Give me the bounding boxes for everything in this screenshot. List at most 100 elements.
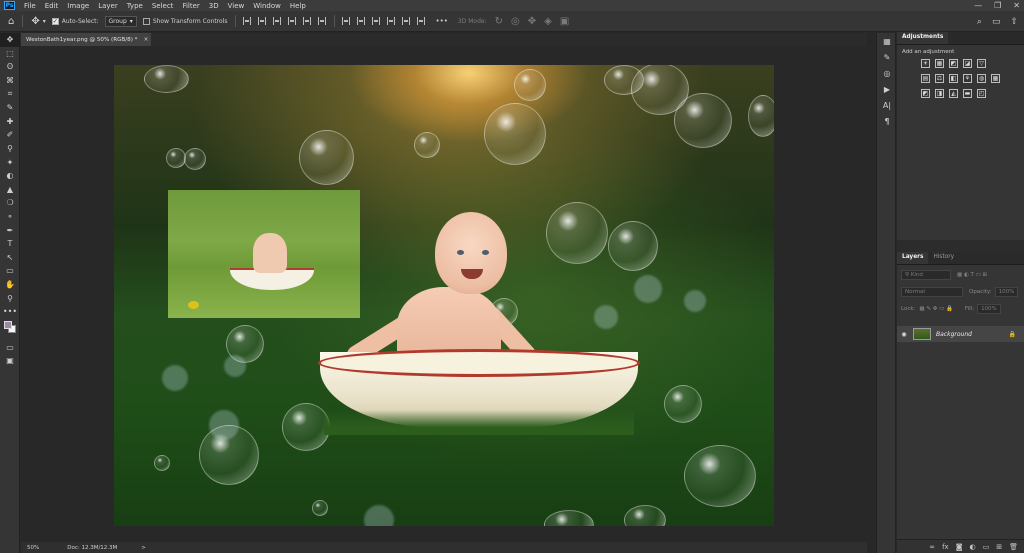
distribute-middle-icon[interactable] <box>357 17 366 25</box>
threshold-icon[interactable]: ◭ <box>949 89 958 98</box>
3d-rotate-icon[interactable]: ↻ <box>495 16 503 27</box>
screen-mode-icon[interactable]: ▣ <box>0 354 20 368</box>
menu-image[interactable]: Image <box>67 2 89 10</box>
menu-edit[interactable]: Edit <box>45 2 59 10</box>
hue-saturation-icon[interactable]: ▤ <box>921 74 930 83</box>
photoshop-logo[interactable]: Ps <box>4 1 15 10</box>
3d-scale-icon[interactable]: ▣ <box>560 16 569 27</box>
vibrance-icon[interactable]: ▽ <box>977 59 986 68</box>
gradient-map-icon[interactable]: ▬ <box>963 89 972 98</box>
align-bottom-icon[interactable] <box>273 17 282 25</box>
zoom-tool-icon[interactable]: ⚲ <box>0 291 20 305</box>
lock-icons[interactable]: ▦ ✎ ✥ ▭ 🔒 <box>919 306 952 312</box>
menu-window[interactable]: Window <box>253 2 281 10</box>
crop-tool-icon[interactable]: ⌗ <box>0 87 20 101</box>
fill-field[interactable]: 100% <box>977 304 1001 314</box>
levels-icon[interactable]: ▦ <box>935 59 944 68</box>
actions-icon[interactable]: ▶ <box>877 81 897 97</box>
tab-adjustments[interactable]: Adjustments <box>897 32 949 44</box>
curves-icon[interactable]: ◩ <box>949 59 958 68</box>
filter-type-icons[interactable]: ▦ ◐ T ▭ ⊞ <box>957 272 987 278</box>
auto-select-dropdown[interactable]: Group ▾ <box>104 15 137 27</box>
layer-name[interactable]: Background <box>936 331 972 338</box>
properties-icon[interactable]: ◎ <box>877 65 897 81</box>
3d-roll-icon[interactable]: ◎ <box>511 16 520 27</box>
dodge-tool-icon[interactable]: ⚬ <box>0 210 20 224</box>
channel-mixer-icon[interactable]: ◍ <box>977 74 986 83</box>
eraser-tool-icon[interactable]: ◐ <box>0 169 20 183</box>
color-lookup-icon[interactable]: ▦ <box>991 74 1000 83</box>
rectangle-tool-icon[interactable]: ▭ <box>0 264 20 278</box>
quick-mask-icon[interactable]: ▭ <box>0 340 20 354</box>
distribute-top-icon[interactable] <box>342 17 351 25</box>
tab-history[interactable]: History <box>928 252 959 264</box>
brush-tool-icon[interactable]: ✐ <box>0 128 20 142</box>
home-icon[interactable]: ⌂ <box>8 16 14 27</box>
object-select-tool-icon[interactable]: ⌘ <box>0 74 20 88</box>
search-icon[interactable]: ⌕ <box>977 17 982 27</box>
selective-color-icon[interactable]: ◰ <box>977 89 986 98</box>
align-top-icon[interactable] <box>243 17 252 25</box>
menu-type[interactable]: Type <box>127 2 143 10</box>
menu-filter[interactable]: Filter <box>182 2 199 10</box>
3d-slide-icon[interactable]: ◈ <box>544 16 552 27</box>
clone-stamp-tool-icon[interactable]: ⚲ <box>0 142 20 156</box>
distribute-left-icon[interactable] <box>387 17 396 25</box>
edit-toolbar-icon[interactable]: ••• <box>0 305 20 319</box>
new-adjustment-layer-icon[interactable]: ◐ <box>970 543 976 551</box>
document-canvas[interactable] <box>114 65 774 526</box>
add-mask-icon[interactable]: ◙ <box>956 543 963 551</box>
align-left-icon[interactable] <box>288 17 297 25</box>
trash-icon[interactable]: 🗑 <box>1009 543 1018 551</box>
status-menu-arrow-icon[interactable]: > <box>141 545 146 551</box>
canvas-area[interactable] <box>21 46 867 542</box>
menu-view[interactable]: View <box>228 2 245 10</box>
new-group-icon[interactable]: ▭ <box>983 543 990 551</box>
layer-style-icon[interactable]: fx <box>942 543 949 551</box>
3d-pan-icon[interactable]: ✥ <box>528 16 536 27</box>
lasso-tool-icon[interactable]: ʘ <box>0 60 20 74</box>
minimize-icon[interactable]: — <box>974 1 982 10</box>
move-tool-icon[interactable]: ✥ <box>31 16 39 27</box>
close-icon[interactable]: × <box>143 36 148 43</box>
menu-select[interactable]: Select <box>152 2 174 10</box>
exposure-icon[interactable]: ◪ <box>963 59 972 68</box>
distribute-right-icon[interactable] <box>417 17 426 25</box>
foreground-color-swatch[interactable] <box>4 321 12 330</box>
link-layers-icon[interactable]: ∞ <box>929 543 935 551</box>
blur-tool-icon[interactable]: ❍ <box>0 196 20 210</box>
menu-file[interactable]: File <box>24 2 36 10</box>
healing-brush-tool-icon[interactable]: ✚ <box>0 115 20 129</box>
menu-help[interactable]: Help <box>290 2 306 10</box>
more-options-icon[interactable]: ••• <box>435 17 447 25</box>
marquee-tool-icon[interactable]: ⬚ <box>0 47 20 61</box>
brightness-contrast-icon[interactable]: ☀ <box>921 59 930 68</box>
character-icon[interactable]: A| <box>877 97 897 113</box>
histogram-icon[interactable]: ▦ <box>877 33 897 49</box>
hand-tool-icon[interactable]: ✋ <box>0 278 20 292</box>
opacity-field[interactable]: 100% <box>994 287 1019 297</box>
pen-tool-icon[interactable]: ✒ <box>0 223 20 237</box>
eyedropper-tool-icon[interactable]: ✎ <box>0 101 20 115</box>
gradient-tool-icon[interactable]: ▲ <box>0 183 20 197</box>
zoom-level[interactable]: 50% <box>27 545 39 551</box>
black-white-icon[interactable]: ◧ <box>949 74 958 83</box>
lock-icon[interactable]: 🔒 <box>1009 331 1016 338</box>
posterize-icon[interactable]: ◨ <box>935 89 944 98</box>
photo-filter-icon[interactable]: ⚘ <box>963 74 972 83</box>
color-balance-icon[interactable]: ⚖ <box>935 74 944 83</box>
auto-select-checkbox[interactable]: ✓ <box>51 17 59 25</box>
chevron-down-icon[interactable]: ▾ <box>43 18 46 25</box>
distribute-center-icon[interactable] <box>402 17 411 25</box>
show-transform-checkbox[interactable] <box>142 17 150 25</box>
path-select-tool-icon[interactable]: ↖ <box>0 251 20 265</box>
tab-layers[interactable]: Layers <box>897 252 929 264</box>
blend-mode-dropdown[interactable]: Normal <box>901 287 963 297</box>
close-icon[interactable]: ✕ <box>1013 1 1020 10</box>
menu-3d[interactable]: 3D <box>209 2 219 10</box>
visibility-eye-icon[interactable]: ◉ <box>897 331 911 338</box>
align-middle-icon[interactable] <box>258 17 267 25</box>
restore-icon[interactable]: ❐ <box>994 1 1001 10</box>
move-tool-icon[interactable]: ✥ <box>0 33 20 47</box>
align-right-icon[interactable] <box>318 17 327 25</box>
